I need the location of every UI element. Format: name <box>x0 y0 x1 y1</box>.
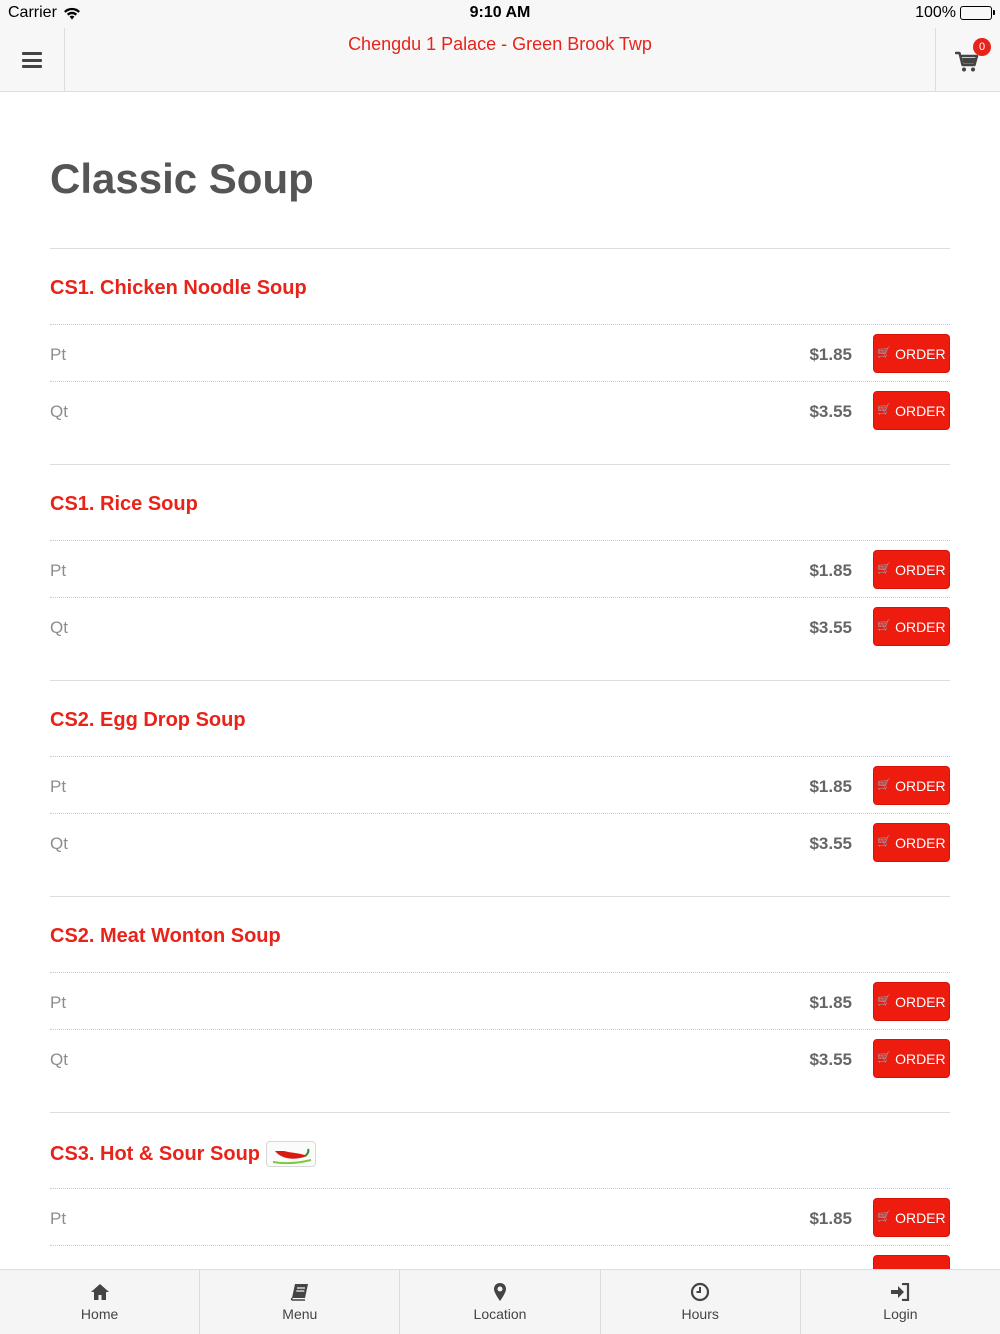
add-to-cart-icon: 🛒 <box>877 1211 892 1223</box>
order-label: ORDER <box>895 1050 946 1067</box>
menu-item: CS2. Meat Wonton Soup Pt $1.85 🛒 ORDER Qt… <box>50 896 950 1078</box>
option-row: Qt $3.55 🛒 ORDER <box>50 1029 950 1087</box>
add-to-cart-icon: 🛒 <box>877 1052 892 1064</box>
book-icon <box>290 1282 310 1302</box>
option-row: Pt $1.85 🛒 ORDER <box>50 1188 950 1246</box>
order-label: ORDER <box>895 618 946 635</box>
option-row: Pt $1.85 🛒 ORDER <box>50 756 950 814</box>
order-button[interactable] <box>873 1255 950 1269</box>
option-size: Pt <box>50 345 67 364</box>
tab-hours[interactable]: Hours <box>601 1270 801 1334</box>
order-button[interactable]: 🛒 ORDER <box>873 766 950 805</box>
option-price: $3.55 <box>809 834 852 853</box>
order-button[interactable]: 🛒 ORDER <box>873 391 950 430</box>
option-size: Pt <box>50 561 67 580</box>
add-to-cart-icon: 🛒 <box>877 995 892 1007</box>
tab-location[interactable]: Location <box>400 1270 601 1334</box>
item-name: CS2. Meat Wonton Soup <box>50 925 281 947</box>
order-button[interactable]: 🛒 ORDER <box>873 1039 950 1078</box>
option-price: $3.55 <box>809 618 852 637</box>
option-price: $1.85 <box>809 993 852 1012</box>
tab-label: Hours <box>681 1306 719 1322</box>
order-label: ORDER <box>895 993 946 1010</box>
map-pin-icon <box>493 1282 507 1302</box>
option-size: Pt <box>50 1209 67 1228</box>
menu-content: Classic Soup CS1. Chicken Noodle Soup Pt… <box>0 93 1000 1269</box>
option-row: Pt $1.85 🛒 ORDER <box>50 972 950 1030</box>
tab-label: Location <box>473 1306 527 1322</box>
restaurant-title: Chengdu 1 Palace - Green Brook Twp <box>348 34 652 54</box>
bottom-tab-bar: Home Menu Location Hours Login <box>0 1269 1000 1334</box>
order-label: ORDER <box>895 1209 946 1226</box>
add-to-cart-icon: 🛒 <box>877 563 892 575</box>
option-size: Qt <box>50 618 68 637</box>
option-size: Pt <box>50 993 67 1012</box>
cart-count-badge: 0 <box>973 38 991 56</box>
order-button[interactable]: 🛒 ORDER <box>873 607 950 646</box>
tab-label: Home <box>80 1306 119 1322</box>
tab-login[interactable]: Login <box>801 1270 1000 1334</box>
option-price: $1.85 <box>809 777 852 796</box>
order-label: ORDER <box>895 402 946 419</box>
home-icon <box>90 1282 110 1302</box>
menu-item: CS3. Hot & Sour Soup Pt $1.85 🛒 ORDER <box>50 1112 950 1269</box>
menu-item: CS2. Egg Drop Soup Pt $1.85 🛒 ORDER Qt $3… <box>50 680 950 862</box>
option-row: Pt $1.85 🛒 ORDER <box>50 324 950 382</box>
item-name: CS3. Hot & Sour Soup <box>50 1141 316 1167</box>
order-button[interactable]: 🛒 ORDER <box>873 1198 950 1237</box>
hamburger-icon <box>22 52 42 68</box>
option-row: Qt $3.55 🛒 ORDER <box>50 597 950 655</box>
page-title: Classic Soup <box>50 155 314 202</box>
tab-menu[interactable]: Menu <box>200 1270 401 1334</box>
option-size: Qt <box>50 834 68 853</box>
tab-label: Login <box>883 1306 918 1322</box>
option-price: $3.55 <box>809 1050 852 1069</box>
order-button[interactable]: 🛒 ORDER <box>873 982 950 1021</box>
battery-percent: 100% <box>915 4 956 21</box>
battery-icon <box>960 6 995 20</box>
add-to-cart-icon: 🛒 <box>877 779 892 791</box>
add-to-cart-icon: 🛒 <box>877 404 892 416</box>
add-to-cart-icon: 🛒 <box>877 347 892 359</box>
login-icon <box>890 1282 910 1302</box>
status-bar: Carrier 9:10 AM 100% <box>0 0 1000 28</box>
order-label: ORDER <box>895 777 946 794</box>
option-price: $1.85 <box>809 561 852 580</box>
add-to-cart-icon: 🛒 <box>877 620 892 632</box>
option-price: $1.85 <box>809 345 852 364</box>
status-time: 9:10 AM <box>469 4 531 21</box>
option-row: Pt $1.85 🛒 ORDER <box>50 540 950 598</box>
order-label: ORDER <box>895 834 946 851</box>
option-row: Qt $3.55 🛒 ORDER <box>50 381 950 439</box>
option-size: Qt <box>50 402 68 421</box>
item-name: CS2. Egg Drop Soup <box>50 709 246 731</box>
option-row <box>50 1245 950 1269</box>
order-label: ORDER <box>895 345 946 362</box>
menu-item: CS1. Rice Soup Pt $1.85 🛒 ORDER Qt $3.55 … <box>50 464 950 646</box>
menu-item: CS1. Chicken Noodle Soup Pt $1.85 🛒 ORDER… <box>50 248 950 430</box>
chili-pepper-icon <box>266 1141 316 1167</box>
order-button[interactable]: 🛒 ORDER <box>873 550 950 589</box>
tab-label: Menu <box>282 1306 318 1322</box>
menu-toggle-button[interactable] <box>0 28 65 92</box>
order-label: ORDER <box>895 561 946 578</box>
tab-home[interactable]: Home <box>0 1270 201 1334</box>
option-row: Qt $3.55 🛒 ORDER <box>50 813 950 871</box>
item-name: CS1. Rice Soup <box>50 493 198 515</box>
order-button[interactable]: 🛒 ORDER <box>873 823 950 862</box>
battery-info: 100% <box>915 4 995 22</box>
option-price: $3.55 <box>809 402 852 421</box>
item-name: CS1. Chicken Noodle Soup <box>50 277 307 299</box>
clock-icon <box>690 1282 710 1302</box>
option-size: Pt <box>50 777 67 796</box>
nav-bar: Chengdu 1 Palace - Green Brook Twp 0 <box>0 28 1000 92</box>
option-size: Qt <box>50 1050 68 1069</box>
cart-button[interactable]: 0 <box>935 28 1000 92</box>
add-to-cart-icon: 🛒 <box>877 836 892 848</box>
cart-icon <box>954 51 979 72</box>
order-button[interactable]: 🛒 ORDER <box>873 334 950 373</box>
option-price: $1.85 <box>809 1209 852 1228</box>
